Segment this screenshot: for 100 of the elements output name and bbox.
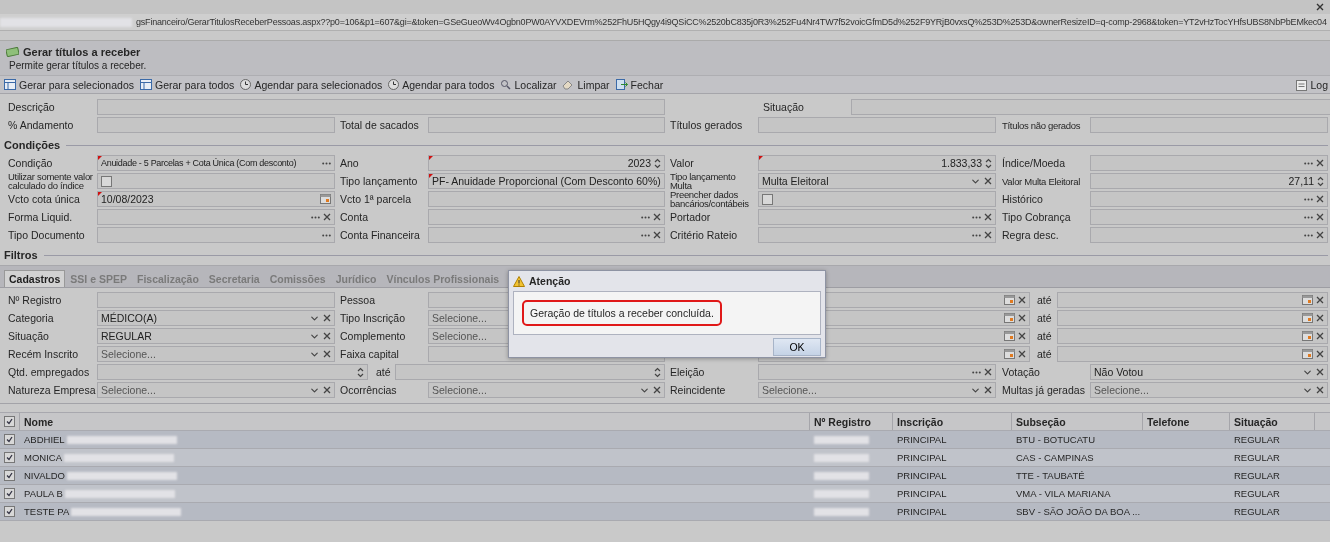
calendar-icon[interactable] — [1004, 331, 1015, 341]
column-header[interactable]: Telefone — [1143, 413, 1230, 430]
clear-icon[interactable] — [1316, 296, 1324, 304]
checkbox[interactable] — [4, 434, 15, 445]
calendar-icon[interactable] — [1302, 331, 1313, 341]
input-field[interactable] — [758, 117, 996, 133]
input-field[interactable]: 1.833,33 — [758, 155, 996, 171]
toolbar-button[interactable]: Log — [1294, 76, 1328, 93]
input-field[interactable] — [97, 99, 665, 115]
clear-icon[interactable] — [1316, 213, 1324, 221]
input-field[interactable] — [97, 292, 335, 308]
clear-icon[interactable] — [653, 213, 661, 221]
checkbox[interactable] — [4, 416, 15, 427]
clear-icon[interactable] — [984, 213, 992, 221]
ellipsis-icon[interactable] — [972, 370, 981, 374]
ellipsis-icon[interactable] — [311, 215, 320, 219]
ok-button[interactable]: OK — [773, 338, 821, 356]
spinner-icon[interactable] — [985, 157, 992, 169]
column-header[interactable]: Subseção — [1012, 413, 1143, 430]
input-field[interactable] — [1090, 209, 1328, 225]
input-field[interactable] — [758, 209, 996, 225]
column-header[interactable]: Inscrição — [893, 413, 1012, 430]
input-field[interactable] — [97, 227, 335, 243]
column-header[interactable]: Situação — [1230, 413, 1315, 430]
ellipsis-icon[interactable] — [322, 161, 331, 165]
toolbar-button[interactable]: Gerar para todos — [138, 76, 239, 93]
clear-icon[interactable] — [323, 350, 331, 358]
ellipsis-icon[interactable] — [972, 233, 981, 237]
checkbox[interactable] — [101, 175, 112, 187]
toolbar-button[interactable]: Limpar — [560, 76, 614, 93]
calendar-icon[interactable] — [1004, 349, 1015, 359]
clear-icon[interactable] — [1316, 368, 1324, 376]
dropdown-field[interactable]: Selecione... — [97, 382, 335, 398]
input-field[interactable] — [1057, 310, 1328, 326]
ellipsis-icon[interactable] — [972, 215, 981, 219]
clear-icon[interactable] — [1316, 332, 1324, 340]
input-field[interactable] — [428, 227, 665, 243]
calendar-icon[interactable] — [1302, 349, 1313, 359]
checkbox[interactable] — [4, 470, 15, 481]
spinner-icon[interactable] — [1317, 175, 1324, 187]
input-field[interactable] — [851, 99, 1330, 115]
input-field[interactable]: 10/08/2023 — [97, 191, 335, 207]
toolbar-button[interactable]: Fechar — [613, 76, 668, 93]
clear-icon[interactable] — [1316, 386, 1324, 394]
checkbox[interactable] — [4, 506, 15, 517]
toolbar-button[interactable]: Agendar para selecionados — [238, 76, 387, 93]
calendar-icon[interactable] — [320, 194, 331, 204]
calendar-icon[interactable] — [1004, 313, 1015, 323]
tab[interactable]: Cadastros — [4, 270, 66, 287]
dropdown-field[interactable]: PF- Anuidade Proporcional (Com Desconto 60%) — [428, 173, 665, 189]
ellipsis-icon[interactable] — [322, 233, 331, 237]
input-field[interactable] — [1090, 227, 1328, 243]
clear-icon[interactable] — [1316, 231, 1324, 239]
column-header[interactable]: Nº Registro — [810, 413, 893, 430]
input-field[interactable] — [1057, 346, 1328, 362]
input-field[interactable] — [428, 191, 665, 207]
input-field[interactable] — [1057, 292, 1328, 308]
clear-icon[interactable] — [984, 386, 992, 394]
clear-icon[interactable] — [1316, 159, 1324, 167]
checkbox[interactable] — [4, 488, 15, 499]
dropdown-field[interactable]: Selecione... — [758, 382, 996, 398]
clear-icon[interactable] — [1018, 314, 1026, 322]
input-field[interactable] — [1090, 155, 1328, 171]
ellipsis-icon[interactable] — [641, 233, 650, 237]
dropdown-field[interactable]: Selecione... — [97, 346, 335, 362]
input-field[interactable] — [758, 364, 996, 380]
dropdown-field[interactable]: MÉDICO(A) — [97, 310, 335, 326]
dropdown-field[interactable]: Não Votou — [1090, 364, 1328, 380]
spinner-icon[interactable] — [654, 366, 661, 378]
input-field[interactable] — [1057, 328, 1328, 344]
input-field[interactable] — [428, 209, 665, 225]
input-field[interactable] — [1090, 191, 1328, 207]
checkbox[interactable] — [4, 452, 15, 463]
clear-icon[interactable] — [323, 332, 331, 340]
clear-icon[interactable] — [653, 386, 661, 394]
toolbar-button[interactable]: Gerar para selecionados — [2, 76, 138, 93]
input-field[interactable] — [758, 227, 996, 243]
close-icon[interactable] — [1316, 3, 1324, 11]
clear-icon[interactable] — [984, 231, 992, 239]
dropdown-field[interactable]: REGULAR — [97, 328, 335, 344]
clear-icon[interactable] — [1018, 350, 1026, 358]
input-field[interactable]: 2023 — [428, 155, 665, 171]
calendar-icon[interactable] — [1004, 295, 1015, 305]
dropdown-field[interactable]: Multa Eleitoral — [758, 173, 996, 189]
input-field[interactable]: Anuidade - 5 Parcelas + Cota Única (Com desconto) — [97, 155, 335, 171]
ellipsis-icon[interactable] — [641, 215, 650, 219]
checkbox[interactable] — [762, 193, 773, 205]
input-field[interactable]: 27,11 — [1090, 173, 1328, 189]
input-field[interactable] — [395, 364, 665, 380]
ellipsis-icon[interactable] — [1304, 197, 1313, 201]
input-field[interactable] — [1090, 117, 1328, 133]
clear-icon[interactable] — [323, 213, 331, 221]
ellipsis-icon[interactable] — [1304, 215, 1313, 219]
input-field[interactable] — [97, 117, 335, 133]
clear-icon[interactable] — [323, 314, 331, 322]
ellipsis-icon[interactable] — [1304, 161, 1313, 165]
input-field[interactable] — [97, 364, 368, 380]
clear-icon[interactable] — [984, 368, 992, 376]
clear-icon[interactable] — [1018, 296, 1026, 304]
dropdown-field[interactable]: Selecione... — [428, 382, 665, 398]
